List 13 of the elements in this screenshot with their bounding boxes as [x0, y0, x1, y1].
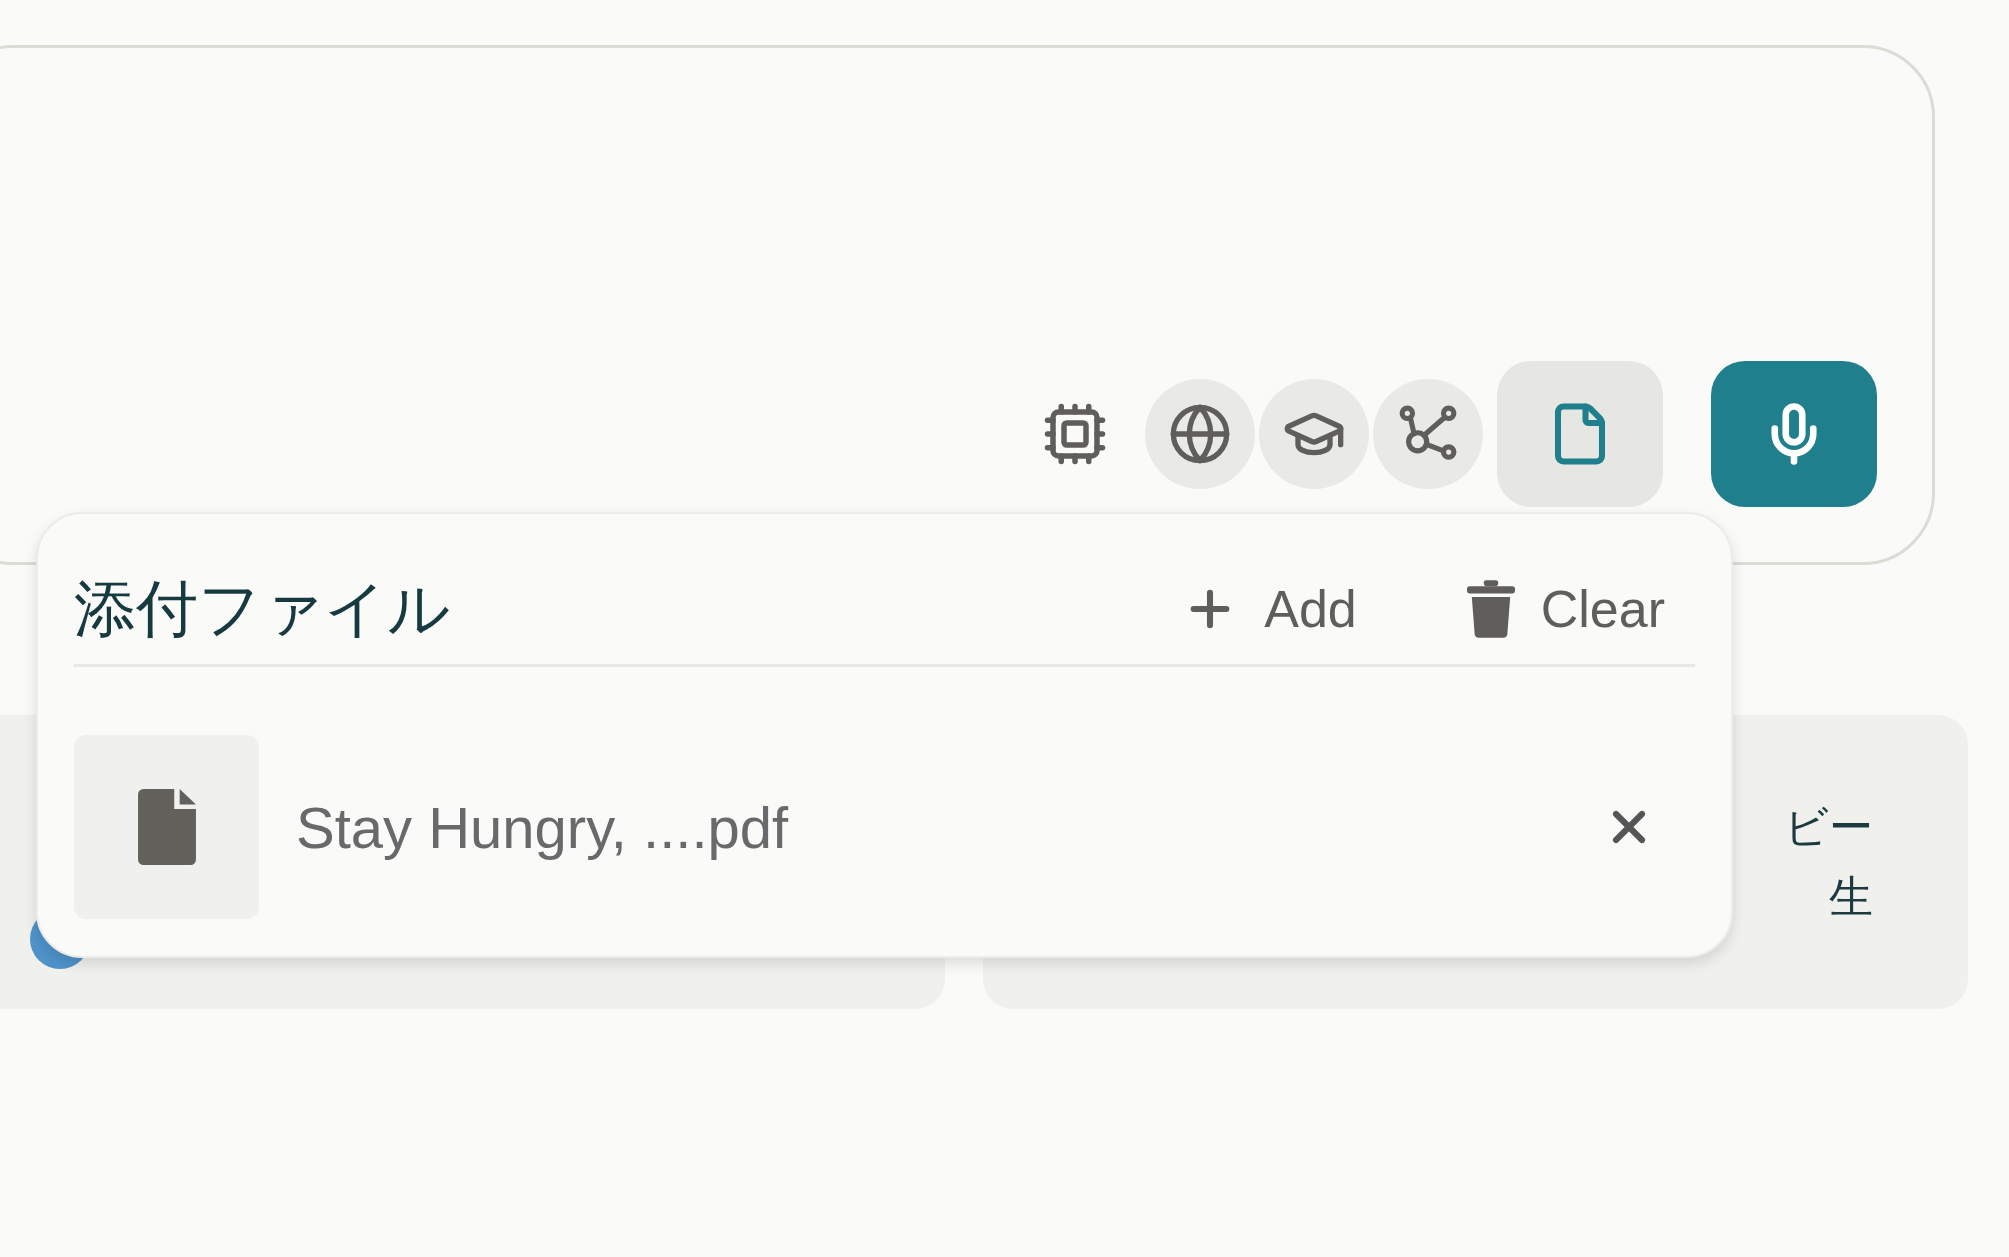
file-name: Stay Hungry, ....pdf — [296, 793, 790, 861]
card-text: 生 — [1828, 871, 1873, 923]
clear-button[interactable]: Clear — [1466, 579, 1665, 639]
chip-icon — [1042, 401, 1108, 467]
globe-icon — [1168, 402, 1232, 466]
message-input-card[interactable] — [0, 45, 1935, 565]
trash-icon — [1466, 580, 1515, 638]
microphone-button[interactable] — [1711, 361, 1877, 507]
attach-file-button[interactable] — [1497, 361, 1663, 507]
popover-title: 添付ファイル — [74, 573, 450, 645]
document-icon — [137, 789, 196, 865]
add-button[interactable]: Add — [1182, 579, 1357, 639]
card-text: ビー — [1783, 801, 1873, 853]
